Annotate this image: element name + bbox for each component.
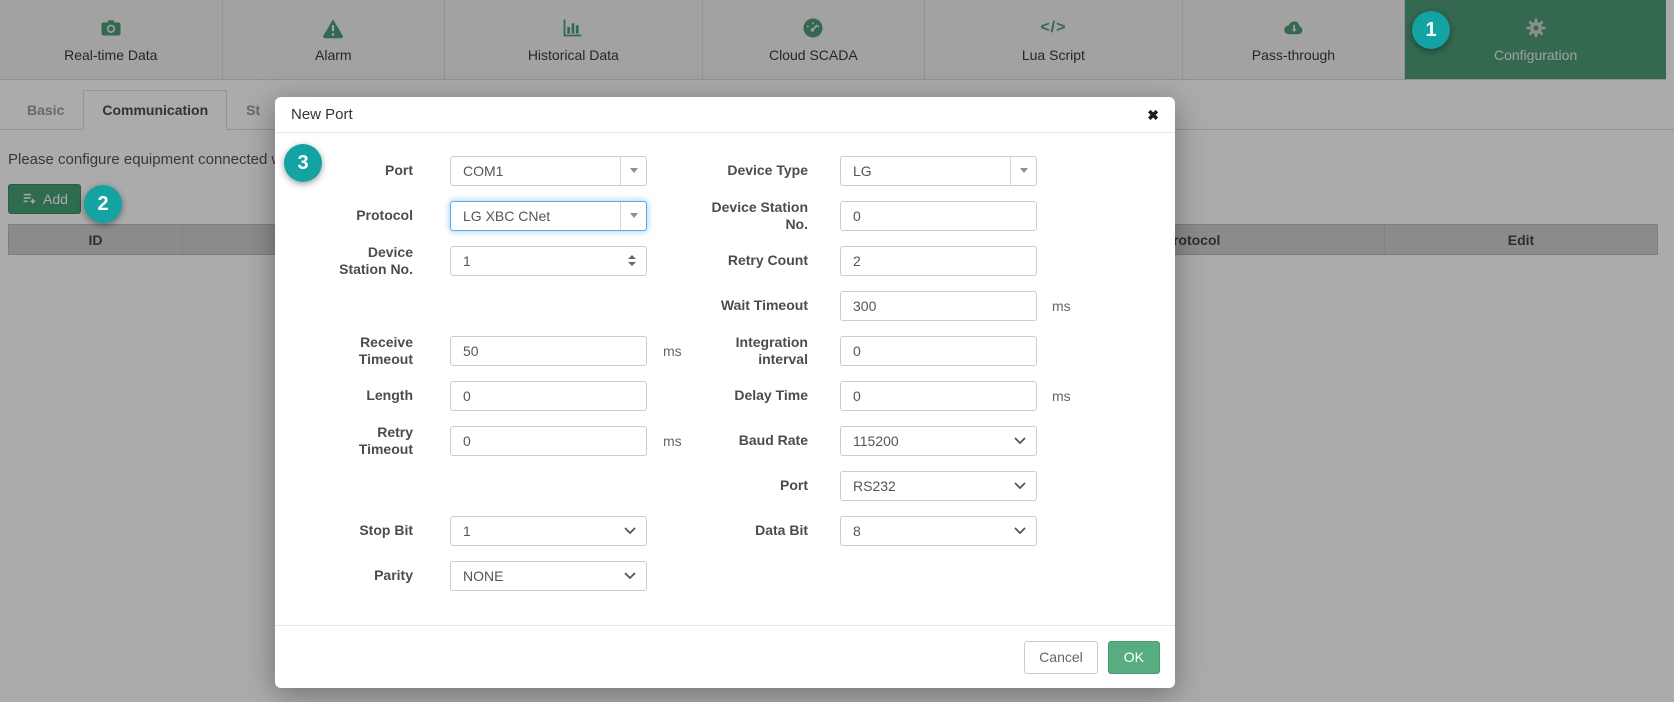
combobox-value: LG <box>853 162 872 179</box>
field-label: Parity <box>374 567 413 584</box>
new-port-modal: New Port ✖ Port COM1 Device Type LG Prot… <box>275 97 1175 688</box>
field-integration-interval: Integration interval <box>695 328 1175 373</box>
field-device-station-no-left: Device Station No. <box>275 238 695 283</box>
select-value: 8 <box>853 522 861 539</box>
field-label: Wait Timeout <box>720 297 808 314</box>
chevron-down-icon <box>624 572 636 579</box>
retry-count-input[interactable] <box>840 245 1037 276</box>
field-delay-time: Delay Time ms <box>695 373 1175 418</box>
field-retry-timeout: Retry Timeout ms <box>275 418 695 463</box>
step-badge-3: 3 <box>284 144 322 182</box>
field-wait-timeout: Wait Timeout ms <box>695 283 1175 328</box>
field-label: Device Station No. <box>339 244 413 277</box>
step-badge-1: 1 <box>1412 11 1450 49</box>
new-port-form: Port COM1 Device Type LG Protocol LG XBC… <box>275 133 1175 625</box>
close-icon[interactable]: ✖ <box>1147 108 1159 122</box>
wait-timeout-input[interactable] <box>840 290 1037 321</box>
caret-down-icon <box>1010 156 1036 185</box>
chevron-down-icon <box>1014 527 1026 534</box>
field-label: Receive Timeout <box>358 334 413 367</box>
select-value: NONE <box>463 567 504 584</box>
integration-interval-input[interactable] <box>840 335 1037 366</box>
field-label: Device Station No. <box>711 199 808 232</box>
caret-down-icon <box>620 201 646 230</box>
field-label: Protocol <box>356 207 413 224</box>
cancel-button[interactable]: Cancel <box>1024 640 1098 674</box>
field-length: Length <box>275 373 695 418</box>
delay-time-input[interactable] <box>840 380 1037 411</box>
chevron-down-icon <box>1014 437 1026 444</box>
spinner-arrows-icon[interactable] <box>628 246 636 276</box>
port-combobox[interactable]: COM1 <box>450 155 647 186</box>
modal-footer: Cancel OK <box>275 625 1175 688</box>
field-label: Port <box>385 162 413 179</box>
field-serial-port: Port RS232 <box>695 463 1175 508</box>
field-port: Port COM1 <box>275 148 695 193</box>
field-label: Device Type <box>727 162 808 179</box>
field-parity: Parity NONE <box>275 553 695 598</box>
retry-timeout-input[interactable] <box>450 425 647 456</box>
chevron-down-icon <box>1014 482 1026 489</box>
device-station-no-stepper[interactable] <box>450 245 647 276</box>
field-label: Stop Bit <box>359 522 413 539</box>
field-label: Retry Timeout <box>358 424 413 457</box>
ok-button[interactable]: OK <box>1107 640 1160 674</box>
device-station-no-input[interactable] <box>840 200 1037 231</box>
combobox-value: LG XBC CNet <box>463 207 551 224</box>
protocol-combobox[interactable]: LG XBC CNet <box>450 200 647 231</box>
field-stop-bit: Stop Bit 1 <box>275 508 695 553</box>
unit-suffix: ms <box>1052 387 1071 404</box>
field-baud-rate: Baud Rate 115200 <box>695 418 1175 463</box>
field-protocol: Protocol LG XBC CNet <box>275 193 695 238</box>
parity-select[interactable]: NONE <box>450 560 647 591</box>
field-receive-timeout: Receive Timeout ms <box>275 328 695 373</box>
field-data-bit: Data Bit 8 <box>695 508 1175 553</box>
chevron-down-icon <box>624 527 636 534</box>
unit-suffix: ms <box>1052 297 1071 314</box>
field-label: Length <box>366 387 413 404</box>
stop-bit-select[interactable]: 1 <box>450 515 647 546</box>
field-label: Delay Time <box>734 387 808 404</box>
modal-header: New Port ✖ <box>275 97 1175 133</box>
field-label: Port <box>780 477 808 494</box>
step-badge-2: 2 <box>84 185 122 223</box>
length-input[interactable] <box>450 380 647 411</box>
receive-timeout-input[interactable] <box>450 335 647 366</box>
field-label: Data Bit <box>755 522 808 539</box>
combobox-value: COM1 <box>463 162 504 179</box>
select-value: 115200 <box>853 432 899 449</box>
baud-rate-select[interactable]: 115200 <box>840 425 1037 456</box>
field-device-type: Device Type LG <box>695 148 1175 193</box>
field-device-station-no-right: Device Station No. <box>695 193 1175 238</box>
device-type-combobox[interactable]: LG <box>840 155 1037 186</box>
scada-config-app: Real-time Data Alarm Historical Data Clo… <box>0 0 1674 702</box>
select-value: 1 <box>463 522 471 539</box>
caret-down-icon <box>620 156 646 185</box>
field-label: Integration interval <box>735 334 808 367</box>
field-label: Retry Count <box>727 252 808 269</box>
select-value: RS232 <box>853 477 896 494</box>
unit-suffix: ms <box>663 432 682 449</box>
unit-suffix: ms <box>663 342 682 359</box>
field-label: Baud Rate <box>738 432 808 449</box>
data-bit-select[interactable]: 8 <box>840 515 1037 546</box>
field-retry-count: Retry Count <box>695 238 1175 283</box>
serial-port-select[interactable]: RS232 <box>840 470 1037 501</box>
modal-title: New Port <box>291 106 353 123</box>
